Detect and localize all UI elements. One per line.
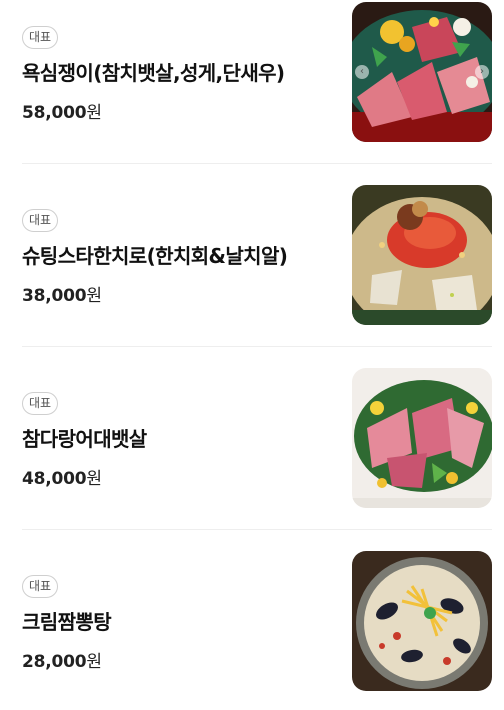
price-currency: 원 <box>86 103 102 123</box>
tuna-platter-photo[interactable]: ‹ › <box>352 2 492 142</box>
signature-badge: 대표 <box>22 26 59 49</box>
price-value: 28,000 <box>22 652 87 672</box>
menu-item-name[interactable]: 슈팅스타한치로(한치회&날치알) <box>22 240 342 269</box>
menu-item-price: 48,000원 <box>22 464 342 489</box>
divider <box>22 346 492 347</box>
menu-item-text: 대표 크림짬뽕탕 28,000원 <box>22 575 342 672</box>
signature-badge: 대표 <box>22 392 59 415</box>
price-value: 48,000 <box>22 469 87 489</box>
menu-item-price: 38,000원 <box>22 281 342 306</box>
menu-list: 대표 욕심쟁이(참치뱃살,성게,단새우) 58,000원 ‹ › 대표 슈팅스타… <box>0 0 504 710</box>
menu-item-3[interactable]: 대표 참다랑어대뱃살 48,000원 <box>22 368 492 508</box>
squid-roe-photo[interactable] <box>352 185 492 325</box>
menu-item-name[interactable]: 크림짬뽕탕 <box>22 606 342 635</box>
menu-item-name[interactable]: 참다랑어대뱃살 <box>22 423 342 452</box>
divider <box>22 163 492 164</box>
menu-item-text: 대표 욕심쟁이(참치뱃살,성게,단새우) 58,000원 <box>22 26 342 123</box>
menu-item-name[interactable]: 욕심쟁이(참치뱃살,성게,단새우) <box>22 57 342 86</box>
menu-item-4[interactable]: 대표 크림짬뽕탕 28,000원 <box>22 551 492 691</box>
divider <box>22 529 492 530</box>
price-value: 38,000 <box>22 286 87 306</box>
menu-item-price: 28,000원 <box>22 647 342 672</box>
price-value: 58,000 <box>22 103 87 123</box>
signature-badge: 대표 <box>22 209 59 232</box>
bluefin-belly-photo[interactable] <box>352 368 492 508</box>
price-currency: 원 <box>86 469 102 489</box>
chevron-left-icon[interactable]: ‹ <box>355 65 369 79</box>
price-currency: 원 <box>86 286 102 306</box>
signature-badge: 대표 <box>22 575 59 598</box>
price-currency: 원 <box>86 652 102 672</box>
menu-item-1[interactable]: 대표 욕심쟁이(참치뱃살,성게,단새우) 58,000원 ‹ › <box>22 2 492 142</box>
menu-item-price: 58,000원 <box>22 98 342 123</box>
menu-item-2[interactable]: 대표 슈팅스타한치로(한치회&날치알) 38,000원 <box>22 185 492 325</box>
menu-item-text: 대표 참다랑어대뱃살 48,000원 <box>22 392 342 489</box>
cream-jjamppong-photo[interactable] <box>352 551 492 691</box>
menu-item-text: 대표 슈팅스타한치로(한치회&날치알) 38,000원 <box>22 209 342 306</box>
chevron-right-icon[interactable]: › <box>475 65 489 79</box>
